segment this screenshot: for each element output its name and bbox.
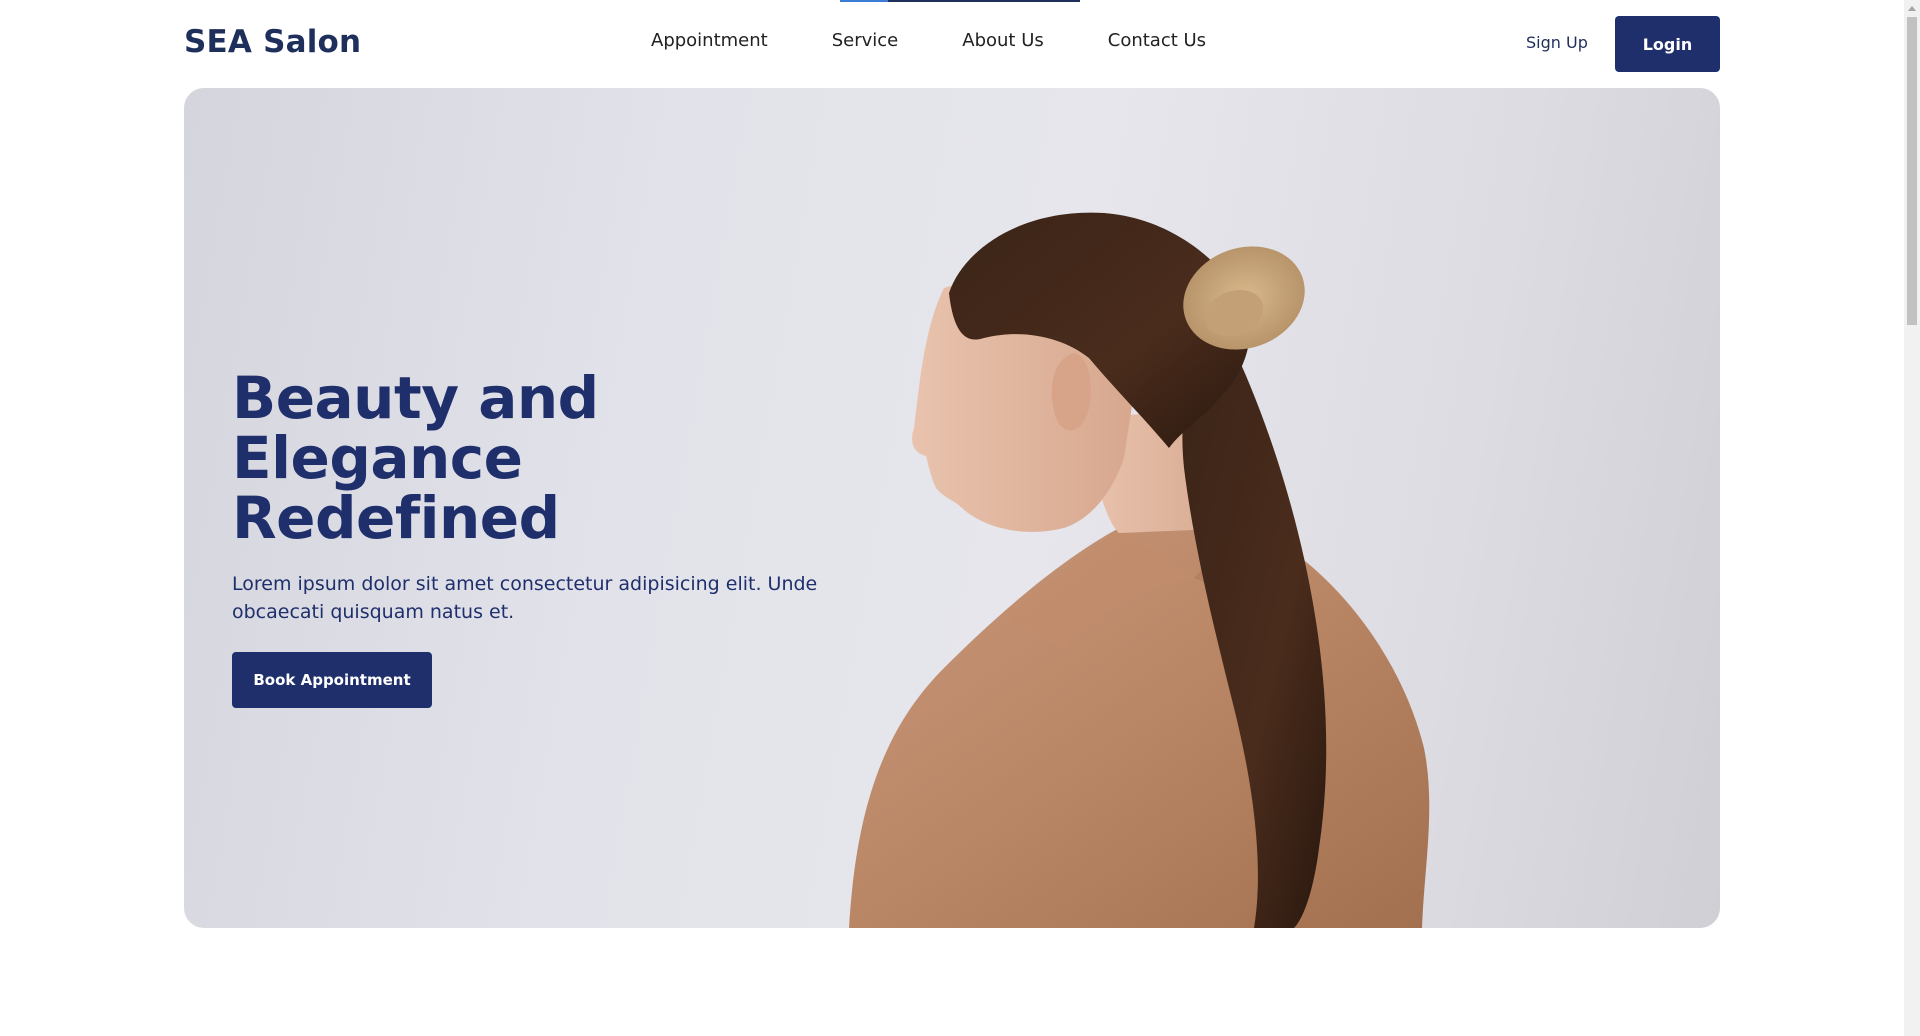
hero-title-line-1: Beauty and	[232, 364, 599, 432]
hero-text-block: Beauty and Elegance Redefined Lorem ipsu…	[232, 368, 852, 708]
hero-title: Beauty and Elegance Redefined	[232, 368, 852, 548]
nav-contact-us[interactable]: Contact Us	[1108, 30, 1206, 51]
nav-appointment[interactable]: Appointment	[651, 30, 768, 51]
hero-title-line-2: Elegance Redefined	[232, 424, 560, 552]
nav-about-us[interactable]: About Us	[962, 30, 1044, 51]
hero-section: Beauty and Elegance Redefined Lorem ipsu…	[184, 88, 1720, 928]
scroll-up-arrow-icon[interactable]	[1904, 0, 1920, 16]
main-nav: Appointment Service About Us Contact Us	[651, 30, 1206, 51]
vertical-scrollbar[interactable]	[1904, 0, 1920, 1036]
site-logo[interactable]: SEA Salon	[184, 24, 361, 60]
nav-service[interactable]: Service	[832, 30, 899, 51]
scroll-thumb[interactable]	[1907, 17, 1917, 325]
book-appointment-button[interactable]: Book Appointment	[232, 652, 432, 708]
login-button[interactable]: Login	[1615, 16, 1720, 72]
sign-up-link[interactable]: Sign Up	[1526, 33, 1588, 52]
site-header: SEA Salon Appointment Service About Us C…	[184, 0, 1720, 88]
hero-description: Lorem ipsum dolor sit amet consectetur a…	[232, 573, 818, 623]
page: SEA Salon Appointment Service About Us C…	[0, 0, 1920, 1036]
